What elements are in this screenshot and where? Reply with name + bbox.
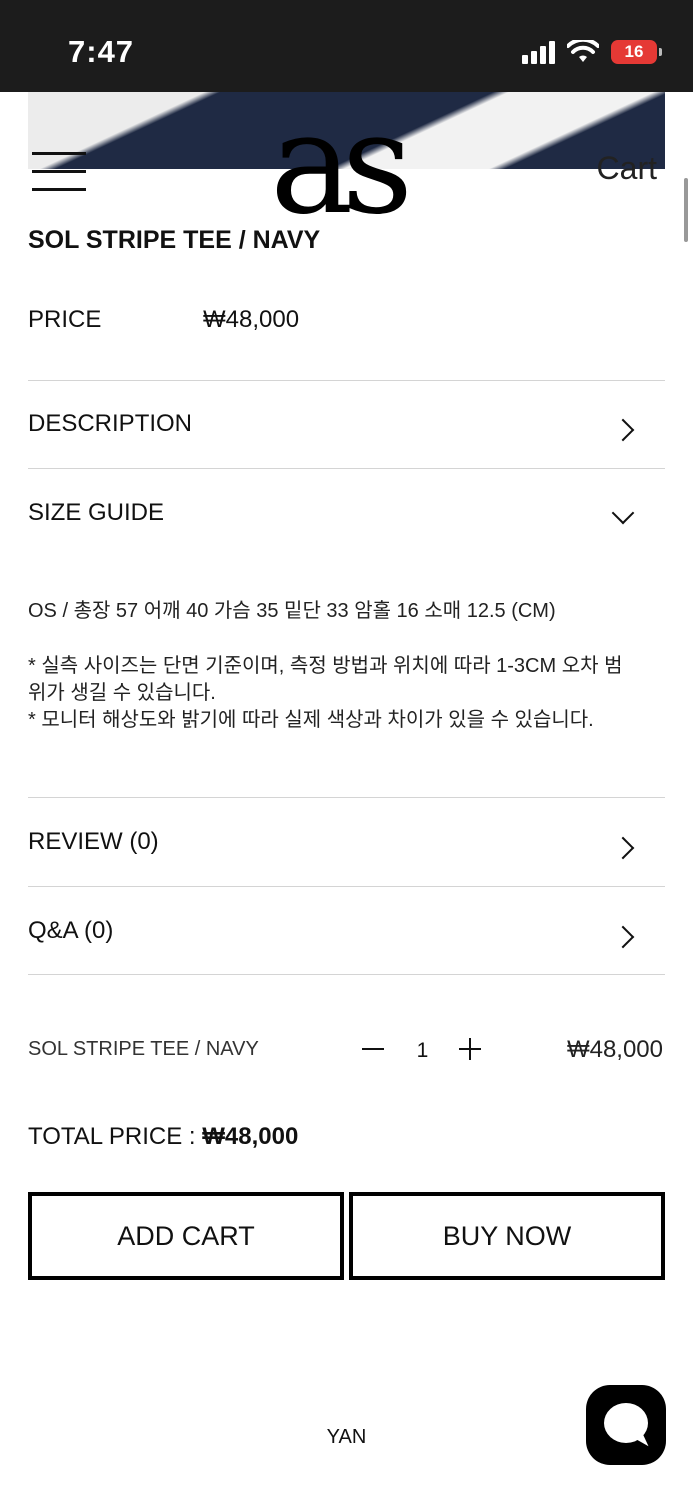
chevron-down-icon (611, 501, 635, 525)
description-label: DESCRIPTION (28, 410, 193, 437)
chat-button[interactable] (586, 1385, 666, 1465)
status-time: 7:47 (68, 34, 135, 69)
buy-now-button[interactable]: BUY NOW (349, 1192, 665, 1280)
size-guide-row[interactable]: SIZE GUIDE (28, 469, 665, 557)
wifi-icon (567, 40, 599, 62)
total-price: TOTAL PRICE : ₩48,000 (28, 1123, 298, 1151)
total-label: TOTAL PRICE : (28, 1123, 196, 1150)
plus-icon[interactable] (459, 1038, 481, 1060)
minus-icon[interactable] (362, 1048, 384, 1050)
cart-link[interactable]: Cart (597, 150, 657, 187)
qa-row[interactable]: Q&A (0) (28, 887, 665, 975)
scrollbar[interactable] (684, 178, 688, 242)
size-note-2: * 모니터 해상도와 밝기에 따라 실제 색상과 차이가 있을 수 있습니다. (28, 709, 594, 731)
quantity-value: 1 (416, 1039, 429, 1062)
qa-label: Q&A (0) (28, 917, 114, 944)
total-value: ₩48,000 (202, 1123, 299, 1150)
size-guide-label: SIZE GUIDE (28, 499, 165, 526)
review-label: REVIEW (0) (28, 828, 159, 855)
description-row[interactable]: DESCRIPTION (28, 381, 665, 469)
signal-icon (522, 40, 555, 64)
chevron-right-icon (611, 836, 635, 860)
menu-icon[interactable] (32, 152, 86, 192)
brand-logo[interactable]: as (270, 95, 430, 235)
price-value: ₩48,000 (203, 306, 300, 333)
price-label: PRICE (28, 306, 102, 333)
chat-icon (604, 1403, 648, 1443)
add-cart-button[interactable]: ADD CART (28, 1192, 344, 1280)
product-title: SOL STRIPE TEE / NAVY (28, 226, 321, 254)
status-bar: 7:47 16 (0, 0, 693, 92)
battery-icon: 16 (611, 40, 662, 64)
divider (28, 974, 665, 975)
order-item-name: SOL STRIPE TEE / NAVY (28, 1038, 259, 1060)
review-row[interactable]: REVIEW (0) (28, 798, 665, 886)
size-note-1: * 실측 사이즈는 단면 기준이며, 측정 방법과 위치에 따라 1-3CM 오… (28, 655, 623, 704)
order-item-price: ₩48,000 (566, 1036, 663, 1063)
chevron-right-icon (611, 925, 635, 949)
status-icons: 16 (522, 40, 662, 64)
chevron-right-icon (611, 418, 635, 442)
size-measurements: OS / 총장 57 어깨 40 가슴 35 밑단 33 암홀 16 소매 12… (28, 600, 556, 622)
